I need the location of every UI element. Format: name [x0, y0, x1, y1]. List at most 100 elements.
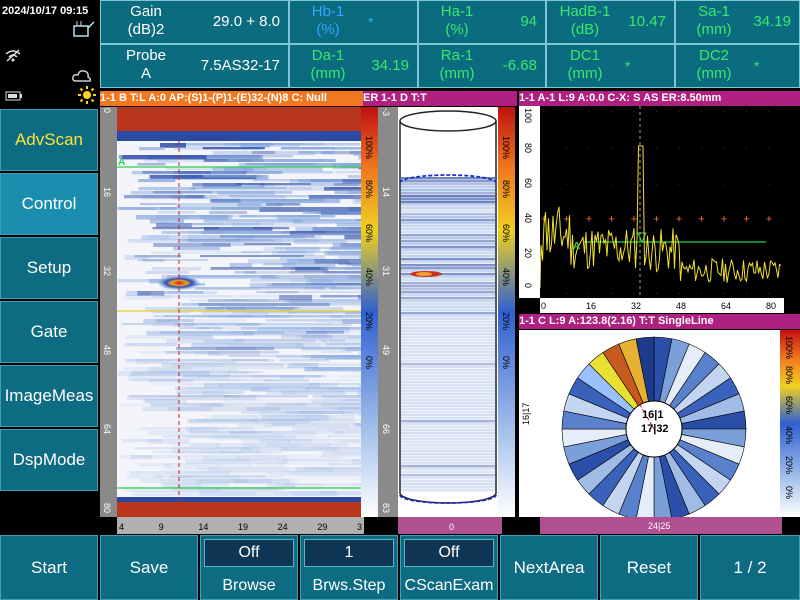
svg-text:·: · [678, 291, 680, 298]
dscan-y-axis[interactable] [378, 107, 398, 517]
bscan-image[interactable]: A [117, 107, 361, 517]
bscan-plot [117, 107, 361, 517]
param-cell-row1-4[interactable]: Sa-1 (mm) 34.19 [675, 0, 800, 44]
wifi-off-icon [5, 49, 21, 62]
param-value: * [625, 58, 631, 74]
battery-icon [5, 91, 22, 101]
svg-text:·: · [745, 181, 747, 188]
svg-text:·: · [768, 108, 770, 115]
param-cell-row1-2[interactable]: Ha-1 (%) 94 [418, 0, 546, 44]
dscan-scale-labels-label: 100% [501, 136, 511, 160]
svg-text:·: · [565, 291, 567, 298]
reset-button[interactable]: Reset [600, 535, 698, 600]
svg-text:+: + [743, 214, 749, 226]
ascan-header: 1-1 A-1 L:9 A:0.0 C-X: S AS ER:8.50mm [519, 91, 800, 106]
param-label: Da-1 (mm) [310, 47, 346, 82]
menu-item-advscan[interactable]: AdvScan [0, 109, 98, 171]
brws-step-label: Brws.Step [312, 577, 386, 594]
bscan-yticks-label: 64 [102, 424, 112, 435]
cscan-exam-control[interactable]: Off CScanExam [400, 535, 498, 600]
ascan-gate-label: A [573, 241, 581, 252]
svg-text:·: · [633, 108, 635, 115]
param-cell-row2-0[interactable]: Probe A 7.5AS32-17 [100, 44, 289, 88]
bscan-scale-labels-label: 100% [364, 136, 374, 160]
svg-text:+: + [586, 214, 592, 226]
bscan-scale-labels-label: 80% [364, 180, 374, 199]
dscan-header: 1-1 D T:T [381, 91, 517, 106]
ascan-y-axis[interactable] [519, 106, 540, 298]
start-button[interactable]: Start [0, 535, 98, 600]
bscan-yticks-label: 16 [102, 187, 112, 198]
svg-text:·: · [700, 291, 702, 298]
svg-text:·: · [565, 254, 567, 261]
browse-control[interactable]: Off Browse [200, 535, 298, 600]
param-label: Gain (dB)2 [127, 3, 165, 38]
status-area: 2024/10/17 09:15 [0, 0, 100, 108]
svg-text:·: · [543, 108, 545, 115]
svg-text:·: · [543, 181, 545, 188]
ascan-xticks-label: 80 [766, 301, 777, 311]
next-area-button[interactable]: NextArea [500, 535, 598, 600]
bscan-yticks-label: 32 [102, 266, 112, 277]
param-label: Sa-1 (mm) [696, 3, 732, 38]
cscan-exam-value[interactable]: Off [404, 539, 494, 567]
date-time: 2024/10/17 09:15 [2, 5, 89, 17]
menu-item-control[interactable]: Control [0, 173, 98, 235]
param-cell-row2-3[interactable]: DC1 (mm) * [546, 44, 675, 88]
svg-text:·: · [768, 181, 770, 188]
param-label: Ra-1 (mm) [439, 47, 475, 82]
bscan-y-axis[interactable] [100, 107, 117, 517]
svg-text:+: + [698, 214, 704, 226]
cscan-scale-labels-label: 100% [784, 336, 794, 360]
bscan-header-text: 1-1 B T:L A:0 AP:(S)1-(P)1-(E)32-(N)8 C:… [100, 92, 327, 104]
svg-text:·: · [610, 254, 612, 261]
param-cell-row1-1[interactable]: Hb-1 (%) * [289, 0, 418, 44]
param-cell-row1-3[interactable]: HadB-1 (dB) 10.47 [546, 0, 675, 44]
ascan-plot[interactable]: · · · · · · · · · · · · · · · · · · · · · · · · · · · · · · · · · + + + + + + +… [540, 106, 782, 298]
param-label: HadB-1 (dB) [559, 3, 611, 38]
svg-text:·: · [633, 291, 635, 298]
cscan-scale-labels-label: 0% [784, 486, 794, 500]
svg-text:·: · [723, 145, 725, 152]
cloud-icon [72, 70, 91, 82]
param-cell-row2-4[interactable]: DC2 (mm) * [675, 44, 800, 88]
svg-text:·: · [610, 108, 612, 115]
save-button[interactable]: Save [100, 535, 198, 600]
svg-text:+: + [653, 214, 659, 226]
svg-text:·: · [655, 108, 657, 115]
browse-label: Browse [222, 577, 276, 594]
param-cell-row1-0[interactable]: Gain (dB)2 29.0 + 8.0 [100, 0, 289, 44]
menu-item-dspmode[interactable]: DspMode [0, 429, 98, 491]
param-cell-row2-2[interactable]: Ra-1 (mm) -6.68 [418, 44, 546, 88]
bscan-xticks-label: 4 [119, 522, 125, 532]
dscan-plot [398, 107, 498, 517]
browse-value[interactable]: Off [204, 539, 294, 567]
bscan-header: 1-1 B T:L A:0 AP:(S)1-(P)1-(E)32-(N)8 C:… [100, 91, 382, 106]
menu-item-imagemeas[interactable]: ImageMeas [0, 365, 98, 427]
page-indicator-button[interactable]: 1 / 2 [700, 535, 800, 600]
svg-text:·: · [543, 145, 545, 152]
dscan-image[interactable] [398, 107, 498, 517]
svg-text:·: · [655, 145, 657, 152]
param-value: 29.0 + 8.0 [212, 13, 280, 30]
dscan-xticks-label: 0 [449, 522, 455, 532]
brws-step-value[interactable]: 1 [304, 539, 394, 567]
bscan-scale-labels-label: 20% [364, 312, 374, 331]
cscan-plot[interactable]: 16|1 17|32 [540, 330, 780, 517]
bscan-xticks-label: 3 [357, 522, 363, 532]
ascan-x-axis[interactable] [540, 298, 784, 313]
ascan-yticks-label: 20 [523, 248, 533, 259]
cscan-center-label-2: 17|32 [641, 423, 669, 435]
svg-text:·: · [588, 291, 590, 298]
menu-item-gate[interactable]: Gate [0, 301, 98, 363]
param-cell-row2-1[interactable]: Da-1 (mm) 34.19 [289, 44, 418, 88]
param-label: Probe A [125, 47, 167, 82]
brws-step-control[interactable]: 1 Brws.Step [300, 535, 398, 600]
bscan-scale-labels-label: 60% [364, 224, 374, 243]
bscan-xticks-label: 14 [198, 522, 209, 532]
svg-text:·: · [768, 254, 770, 261]
bscan-xticks-label: 24 [277, 522, 288, 532]
sun-icon [78, 86, 96, 104]
menu-item-setup[interactable]: Setup [0, 237, 98, 299]
svg-text:+: + [676, 214, 682, 226]
